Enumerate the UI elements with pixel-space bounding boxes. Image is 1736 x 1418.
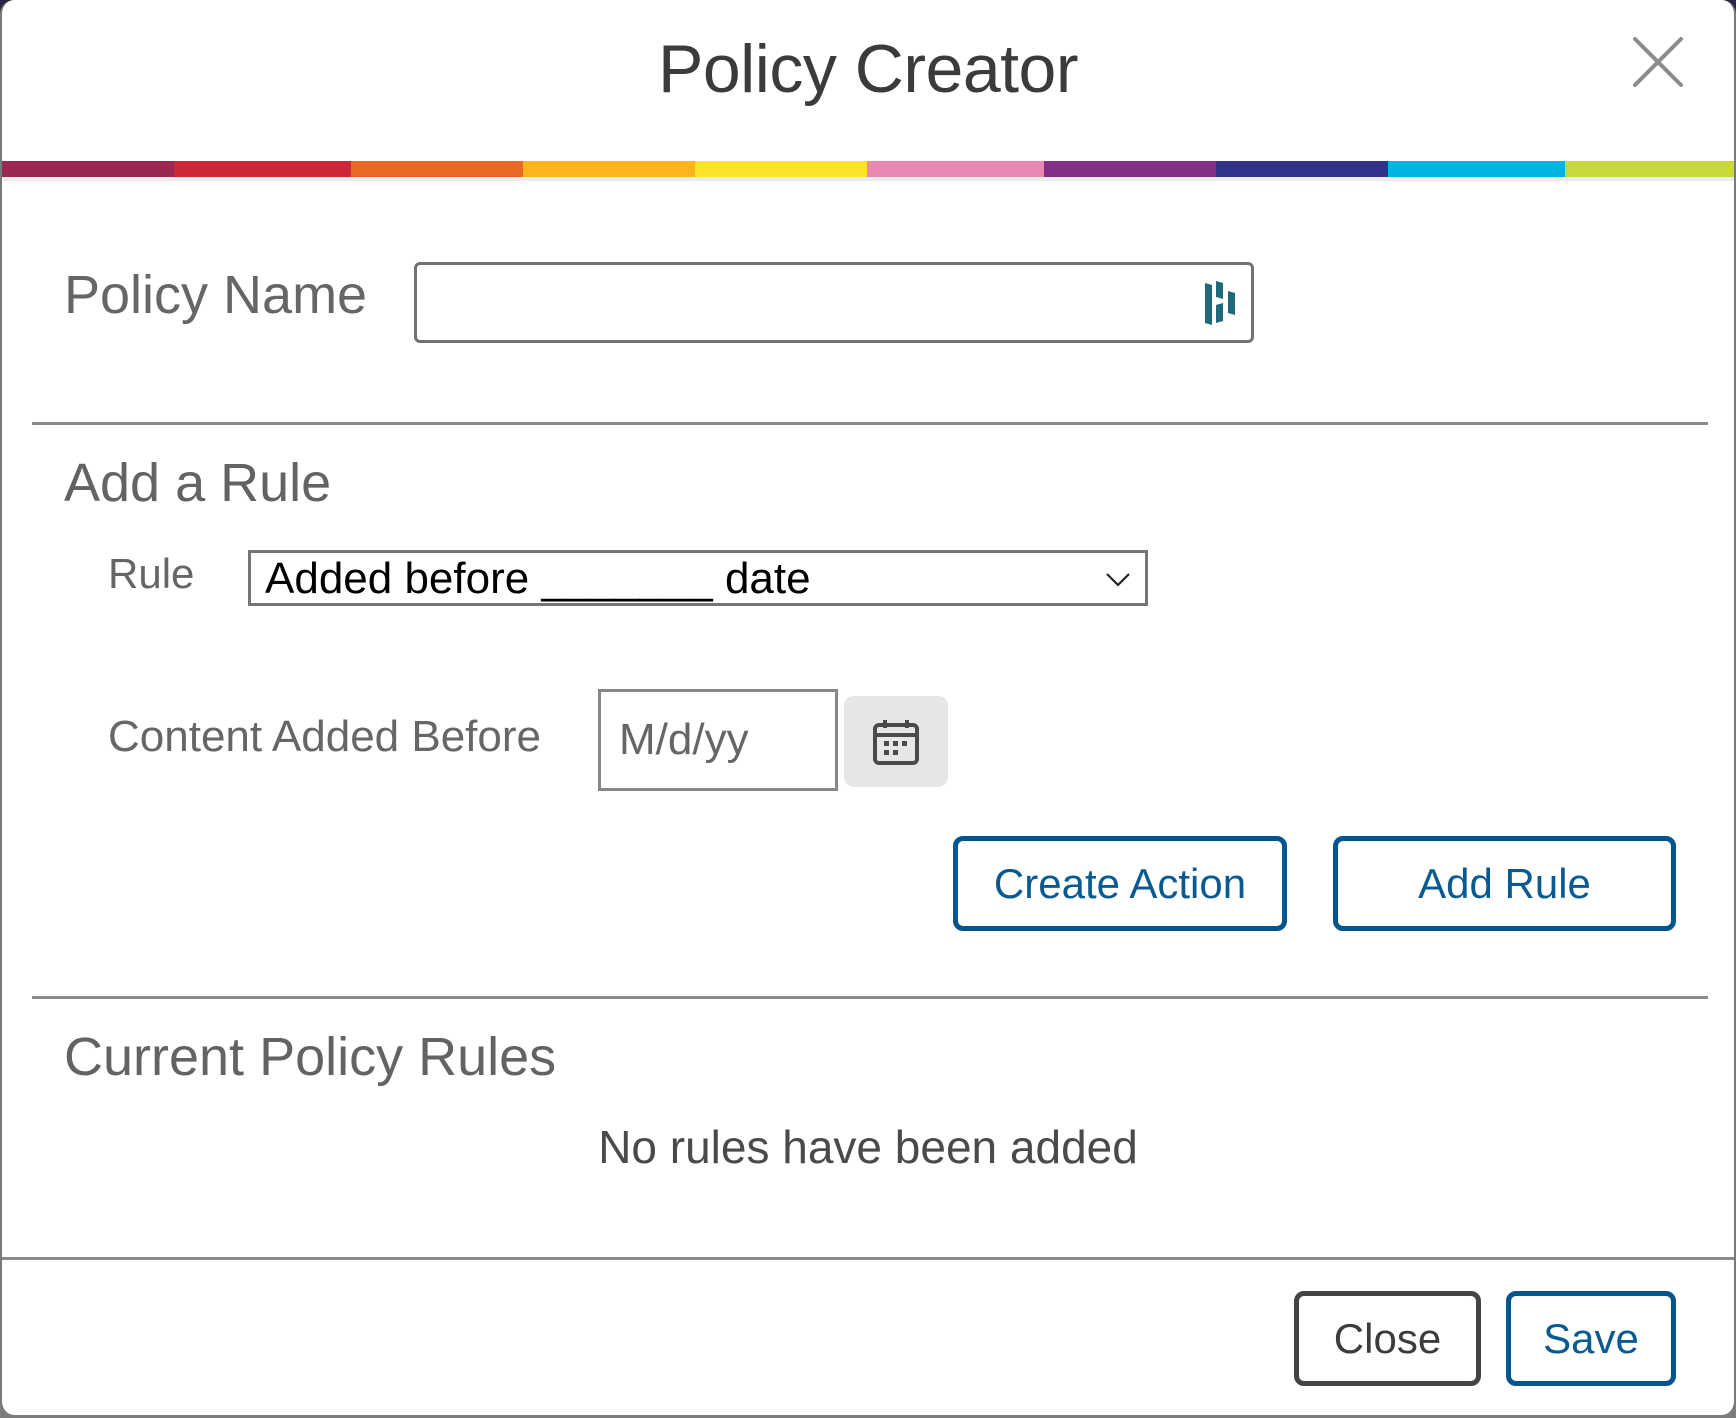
rainbow-segment: [1216, 161, 1388, 177]
section-divider: [32, 422, 1708, 425]
rainbow-segment: [523, 161, 695, 177]
policy-creator-dialog: Policy Creator Policy Name Add a Rule Ru…: [0, 0, 1736, 1415]
rainbow-segment: [174, 161, 351, 177]
empty-rules-message: No rules have been added: [598, 1121, 1138, 1173]
add-rule-heading: Add a Rule: [64, 453, 332, 513]
current-policy-rules-heading: Current Policy Rules: [64, 1027, 557, 1087]
calendar-icon: [873, 719, 919, 765]
save-button[interactable]: Save: [1506, 1291, 1676, 1386]
policy-name-label: Policy Name: [64, 265, 368, 325]
rainbow-segment: [1565, 161, 1734, 177]
calendar-button[interactable]: [844, 696, 948, 787]
close-icon: [1633, 37, 1683, 87]
rainbow-divider: [2, 161, 1734, 177]
policy-name-field[interactable]: [414, 262, 1254, 343]
add-rule-button[interactable]: Add Rule: [1333, 836, 1676, 931]
password-manager-icon[interactable]: [1203, 279, 1239, 327]
rainbow-segment: [1388, 161, 1565, 177]
rainbow-shadow: [2, 177, 1734, 181]
chevron-down-icon: [1106, 573, 1130, 587]
create-action-button[interactable]: Create Action: [953, 836, 1287, 931]
rainbow-segment: [1044, 161, 1216, 177]
policy-name-input[interactable]: [417, 265, 1177, 340]
close-button[interactable]: Close: [1294, 1291, 1481, 1386]
rule-label: Rule: [108, 550, 195, 597]
dialog-title: Policy Creator: [657, 31, 1079, 107]
date-input[interactable]: [601, 692, 835, 788]
date-field[interactable]: [598, 689, 838, 791]
rainbow-segment: [351, 161, 523, 177]
close-dialog-button[interactable]: [1632, 36, 1684, 88]
section-divider: [32, 996, 1708, 999]
rainbow-segment: [867, 161, 1044, 177]
rainbow-segment: [695, 161, 867, 177]
rainbow-segment: [2, 161, 174, 177]
content-added-before-label: Content Added Before: [108, 712, 541, 761]
rule-selected-value: Added before _______ date: [265, 554, 811, 603]
footer-divider: [2, 1257, 1734, 1260]
rule-select[interactable]: Added before _______ date: [248, 550, 1148, 606]
